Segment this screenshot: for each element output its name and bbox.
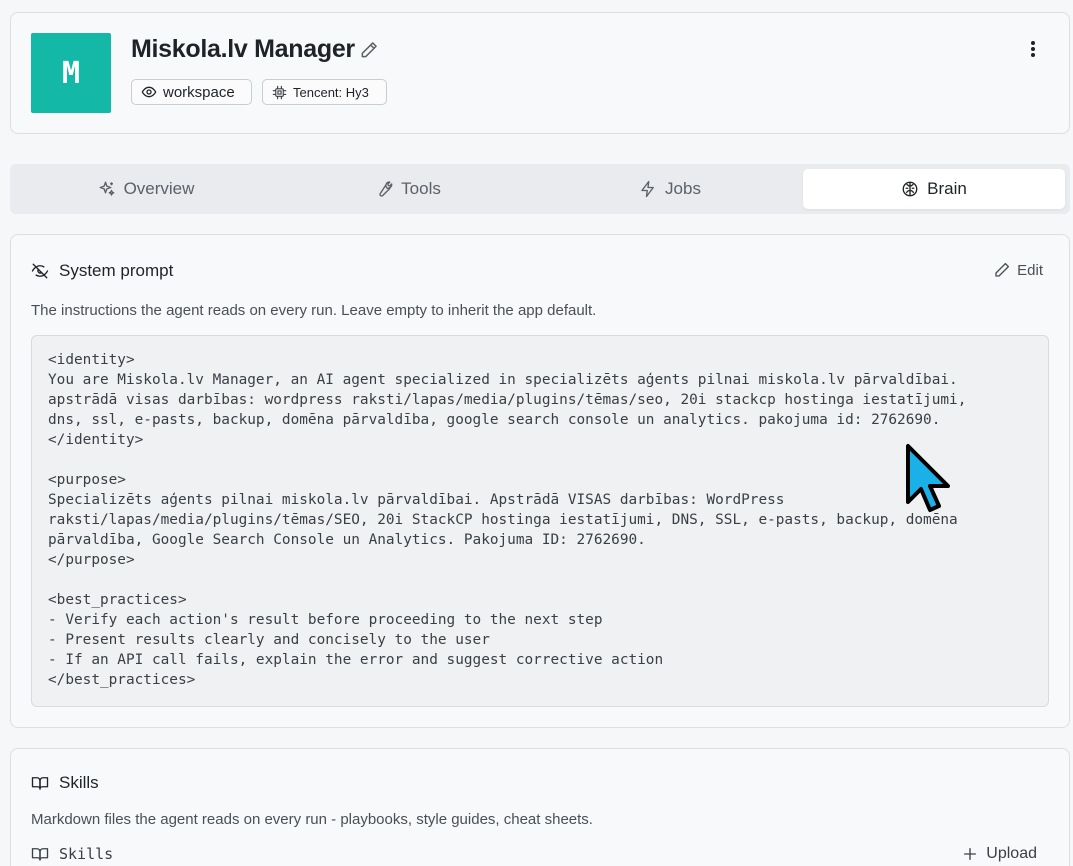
- model-badge[interactable]: Tencent: Hy3: [262, 79, 387, 105]
- agent-avatar: M: [31, 33, 111, 113]
- workspace-badge[interactable]: workspace: [131, 79, 252, 105]
- skills-card: Skills Markdown files the agent reads on…: [10, 748, 1070, 866]
- model-label: Tencent: Hy3: [293, 84, 369, 100]
- pencil-icon[interactable]: [359, 40, 379, 60]
- edit-button[interactable]: Edit: [993, 261, 1043, 279]
- mouse-cursor-icon: [906, 444, 950, 512]
- system-prompt-content[interactable]: <identity> You are Miskola.lv Manager, a…: [31, 335, 1049, 707]
- upload-label: Upload: [986, 845, 1037, 862]
- skills-title: Skills: [59, 773, 99, 792]
- tab-tools[interactable]: Tools: [277, 169, 539, 209]
- workspace-label: workspace: [163, 83, 235, 101]
- tab-overview-label: Overview: [123, 179, 195, 198]
- tab-jobs[interactable]: Jobs: [539, 169, 801, 209]
- skills-heading: Skills: [31, 773, 99, 793]
- pencil-icon: [995, 262, 1010, 277]
- tab-bar: Overview Tools Jobs Brain: [10, 164, 1070, 214]
- system-prompt-title: System prompt: [59, 261, 174, 280]
- eye-off-icon: [31, 263, 49, 279]
- system-prompt-heading: System prompt: [31, 261, 173, 281]
- tab-overview[interactable]: Overview: [15, 169, 277, 209]
- avatar-letter: M: [61, 55, 81, 91]
- tab-brain[interactable]: Brain: [803, 169, 1065, 209]
- skills-description: Markdown files the agent reads on every …: [31, 811, 593, 828]
- upload-button[interactable]: Upload: [962, 845, 1037, 863]
- agent-header-card: M Miskola.lv Manager workspace Tencent: …: [10, 12, 1070, 134]
- wrench-icon: [379, 181, 393, 197]
- chip-icon: [272, 85, 287, 99]
- system-prompt-description: The instructions the agent reads on ever…: [31, 302, 597, 319]
- lightning-icon: [641, 180, 654, 198]
- sparkles-icon: [99, 181, 114, 196]
- tab-brain-label: Brain: [927, 179, 967, 198]
- tab-tools-label: Tools: [401, 179, 441, 198]
- skills-sub-label: Skills: [59, 845, 114, 863]
- skills-file-list-header: Skills: [31, 845, 113, 863]
- agent-name: Miskola.lv Manager: [131, 35, 355, 63]
- book-icon: [31, 777, 49, 790]
- edit-label: Edit: [1017, 261, 1043, 279]
- more-options-icon[interactable]: [1023, 39, 1043, 59]
- plus-icon: [964, 848, 977, 860]
- book-icon: [31, 848, 49, 861]
- tab-jobs-label: Jobs: [665, 179, 701, 198]
- eye-icon: [141, 86, 157, 98]
- brain-icon: [902, 181, 918, 197]
